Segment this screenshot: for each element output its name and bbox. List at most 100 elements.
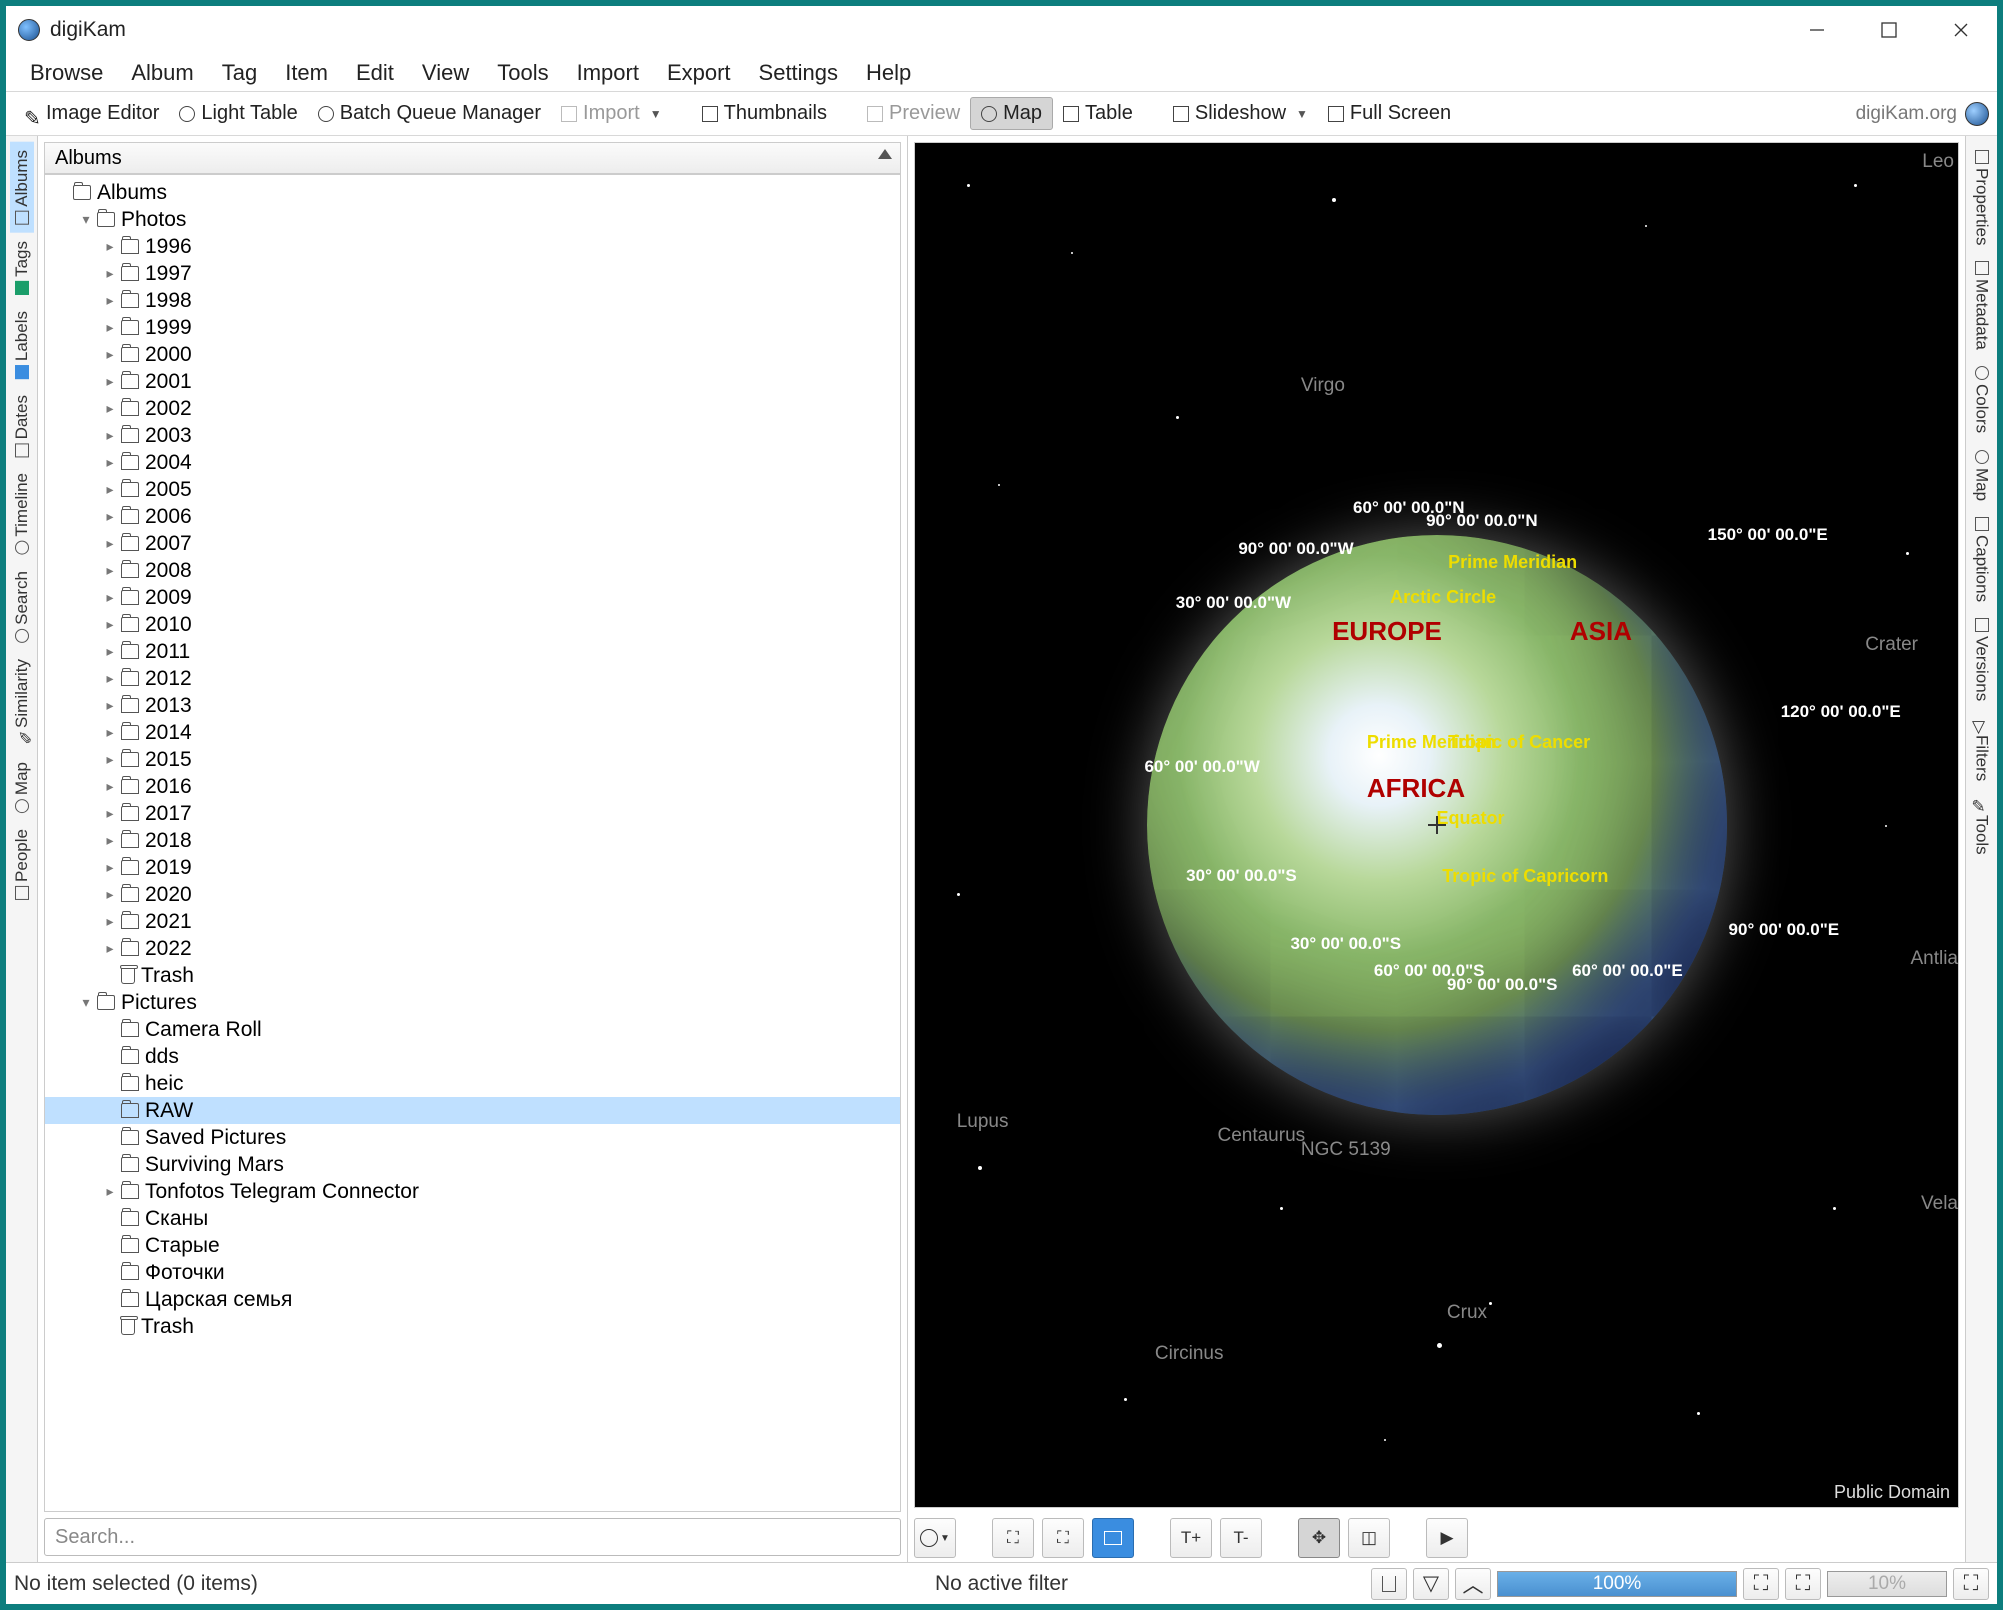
tree-row[interactable]: ▸1997 (45, 260, 900, 287)
tree-row[interactable]: Фоточки (45, 1259, 900, 1286)
tab-labels[interactable]: Labels (10, 303, 34, 387)
menu-settings[interactable]: Settings (745, 56, 853, 90)
expand-icon[interactable]: ▸ (99, 400, 121, 417)
expand-icon[interactable]: ▸ (99, 697, 121, 714)
tab-dates[interactable]: Dates (10, 387, 34, 465)
zoom-out-button[interactable]: ⛶ (1042, 1518, 1084, 1558)
expand-icon[interactable]: ▸ (99, 265, 121, 282)
preview-button[interactable]: Preview (857, 98, 970, 129)
expand-icon[interactable]: ▸ (99, 238, 121, 255)
tab-tools[interactable]: ✎Tools (1970, 789, 1994, 863)
zoom-slider[interactable]: 100% (1497, 1571, 1737, 1597)
tree-row[interactable]: ▾Pictures (45, 989, 900, 1016)
expand-icon[interactable]: ▸ (99, 508, 121, 525)
tree-row[interactable]: ▸2016 (45, 773, 900, 800)
menu-tag[interactable]: Tag (208, 56, 271, 90)
image-editor-button[interactable]: ✎Image Editor (14, 98, 169, 129)
tab-versions[interactable]: Versions (1970, 610, 1994, 709)
close-button[interactable] (1925, 6, 1997, 54)
tab-timeline[interactable]: Timeline (10, 465, 34, 563)
tree-row[interactable]: ▸2008 (45, 557, 900, 584)
collapse-icon[interactable]: ▾ (75, 211, 97, 228)
expand-icon[interactable]: ▸ (99, 373, 121, 390)
tree-row[interactable]: ▸2019 (45, 854, 900, 881)
tree-row[interactable]: ▸2011 (45, 638, 900, 665)
filter-button[interactable]: ▽ (1413, 1568, 1449, 1600)
brand-link[interactable]: digiKam.org (1856, 102, 1989, 126)
tree-row[interactable]: Trash (45, 962, 900, 989)
tab-search[interactable]: Search (10, 563, 34, 651)
collapse-button[interactable]: ︿ (1455, 1568, 1491, 1600)
map-provider-button[interactable]: ▼ (914, 1518, 956, 1558)
expand-icon[interactable]: ▸ (99, 859, 121, 876)
expand-icon[interactable]: ▸ (99, 454, 121, 471)
expand-icon[interactable]: ▸ (99, 1183, 121, 1200)
tree-row[interactable]: ▸Tonfotos Telegram Connector (45, 1178, 900, 1205)
tree-row[interactable]: ▸2006 (45, 503, 900, 530)
marker-button[interactable] (1092, 1518, 1134, 1558)
zoom-slider-2[interactable]: 10% (1827, 1571, 1947, 1597)
tree-row[interactable]: Surviving Mars (45, 1151, 900, 1178)
map-button[interactable]: Map (970, 97, 1053, 130)
menu-tools[interactable]: Tools (483, 56, 562, 90)
tab-filters[interactable]: ▽Filters (1970, 709, 1994, 789)
maximize-button[interactable] (1853, 6, 1925, 54)
expand-icon[interactable]: ▸ (99, 346, 121, 363)
tree-row[interactable]: ▸2021 (45, 908, 900, 935)
menu-album[interactable]: Album (117, 56, 207, 90)
expand-icon[interactable]: ▸ (99, 913, 121, 930)
tree-row[interactable]: ▸2005 (45, 476, 900, 503)
search-input[interactable]: Search... (44, 1518, 901, 1556)
tree-row[interactable]: Saved Pictures (45, 1124, 900, 1151)
trash-button[interactable] (1371, 1568, 1407, 1600)
tree-row[interactable]: ▸2009 (45, 584, 900, 611)
tree-row[interactable]: Сканы (45, 1205, 900, 1232)
menu-item[interactable]: Item (271, 56, 342, 90)
collapse-icon[interactable]: ▾ (75, 994, 97, 1011)
expand-icon[interactable]: ▸ (99, 778, 121, 795)
expand-icon[interactable]: ▸ (99, 481, 121, 498)
tab-colors[interactable]: Colors (1970, 358, 1994, 441)
tree-row[interactable]: ▸2017 (45, 800, 900, 827)
tree-row[interactable]: ▾Photos (45, 206, 900, 233)
zoom-small-button[interactable]: ⛶ (1785, 1568, 1821, 1600)
tab-tags[interactable]: Tags (10, 233, 34, 303)
tree-row[interactable]: ▸2020 (45, 881, 900, 908)
tree-row[interactable]: heic (45, 1070, 900, 1097)
thumbnails-button[interactable]: Thumbnails (692, 98, 837, 129)
menu-export[interactable]: Export (653, 56, 745, 90)
zoom-fit2-button[interactable]: ⛶ (1953, 1568, 1989, 1600)
expand-icon[interactable]: ▸ (99, 886, 121, 903)
tree-row[interactable]: ▸2007 (45, 530, 900, 557)
table-button[interactable]: Table (1053, 98, 1143, 129)
text-increase-button[interactable]: T+ (1170, 1518, 1212, 1558)
expand-icon[interactable]: ▸ (99, 589, 121, 606)
tab-captions[interactable]: Captions (1970, 509, 1994, 610)
expand-icon[interactable]: ▸ (99, 805, 121, 822)
tab-map[interactable]: Map (10, 754, 34, 821)
menu-import[interactable]: Import (563, 56, 653, 90)
zoom-fit-button[interactable]: ⛶ (1743, 1568, 1779, 1600)
menu-browse[interactable]: Browse (16, 56, 117, 90)
batch-queue-button[interactable]: Batch Queue Manager (308, 98, 551, 129)
select-region-button[interactable]: ◫ (1348, 1518, 1390, 1558)
tab-albums[interactable]: Albums (10, 142, 34, 233)
tree-row[interactable]: ▸2010 (45, 611, 900, 638)
zoom-in-button[interactable]: ⛶ (992, 1518, 1034, 1558)
album-tree[interactable]: Albums▾Photos▸1996▸1997▸1998▸1999▸2000▸2… (44, 174, 901, 1512)
tree-row[interactable]: dds (45, 1043, 900, 1070)
expand-icon[interactable]: ▸ (99, 832, 121, 849)
globe-canvas[interactable]: Leo Virgo Crater Antlia Lupus Centaurus … (914, 142, 1959, 1508)
fullscreen-button[interactable]: Full Screen (1318, 98, 1461, 129)
tree-row[interactable]: ▸2022 (45, 935, 900, 962)
tree-row[interactable]: ▸2015 (45, 746, 900, 773)
tree-row[interactable]: ▸2001 (45, 368, 900, 395)
tree-row[interactable]: Albums (45, 179, 900, 206)
tree-row[interactable]: ▸2013 (45, 692, 900, 719)
tree-row[interactable]: ▸2002 (45, 395, 900, 422)
minimize-button[interactable] (1781, 6, 1853, 54)
expand-icon[interactable]: ▸ (99, 940, 121, 957)
expand-icon[interactable]: ▸ (99, 427, 121, 444)
menu-edit[interactable]: Edit (342, 56, 408, 90)
tree-row[interactable]: Camera Roll (45, 1016, 900, 1043)
